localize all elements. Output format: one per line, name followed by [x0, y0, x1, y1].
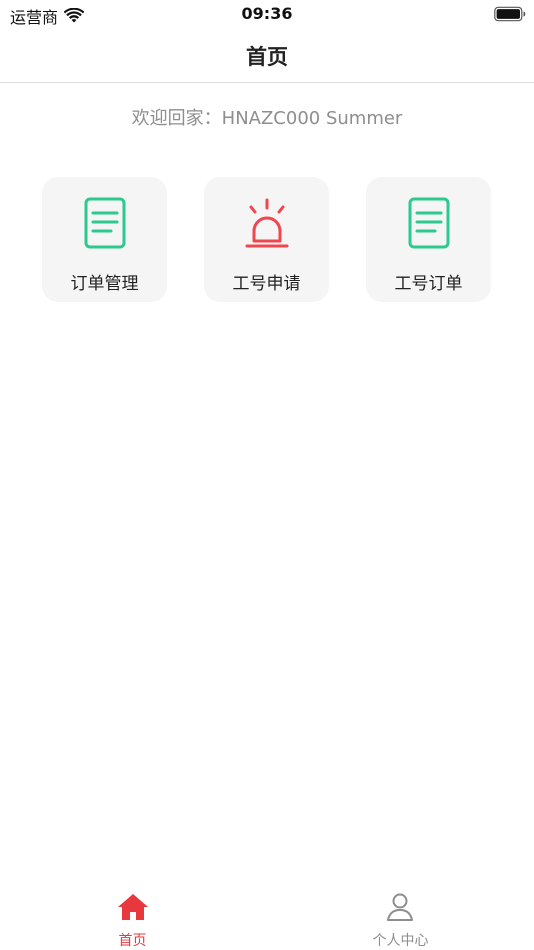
tab-label: 个人中心	[372, 933, 429, 949]
tile-id-orders[interactable]: 工号订单	[366, 177, 491, 302]
tile-id-application[interactable]: 工号申请	[204, 177, 329, 302]
tile-label: 工号申请	[232, 274, 301, 294]
battery-icon	[494, 6, 526, 22]
tab-label: 首页	[118, 933, 147, 949]
alarm-icon	[245, 198, 289, 248]
tab-home[interactable]: 首页	[0, 880, 267, 950]
status-bar: 运营商 09:36	[0, 0, 534, 28]
status-time: 09:36	[241, 4, 293, 23]
page-title: 首页	[246, 45, 288, 69]
tab-bar: 首页 个人中心	[0, 880, 534, 950]
document-icon	[84, 197, 126, 249]
welcome-text: 欢迎回家：HNAZC000 Summer	[131, 108, 403, 129]
tile-order-management[interactable]: 订单管理	[42, 177, 167, 302]
app-screen: 运营商 09:36 首页 欢迎回家：HNAZC000 Summer 订单管理 工…	[0, 0, 534, 950]
nav-bar: 首页	[0, 28, 534, 83]
tab-profile[interactable]: 个人中心	[267, 880, 534, 950]
document-icon	[408, 197, 450, 249]
tile-label: 工号订单	[394, 274, 463, 294]
person-icon	[387, 893, 413, 921]
home-icon	[118, 894, 148, 920]
tile-label: 订单管理	[70, 274, 139, 294]
